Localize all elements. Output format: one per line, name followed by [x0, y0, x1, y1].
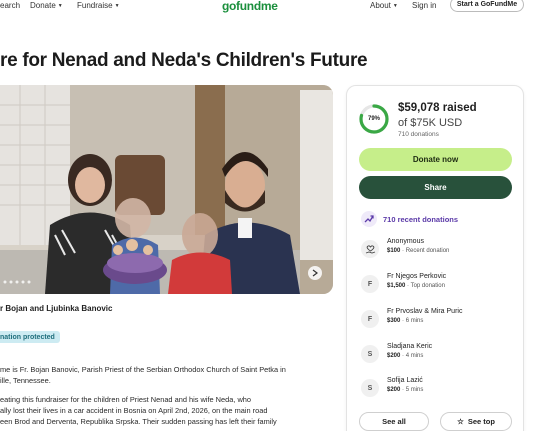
nav-fundraise-label: Fundraise: [77, 1, 113, 10]
nav-signin[interactable]: Sign in: [412, 1, 436, 10]
see-top-button[interactable]: ☆ See top: [440, 412, 512, 431]
donor-note: · Top donation: [405, 283, 445, 289]
story-line: ille, Tennessee.: [0, 376, 51, 385]
donor-meta: $200 · 5 mins: [387, 387, 423, 393]
donor-meta: $1,500 · Top donation: [387, 283, 445, 289]
amount-raised: $59,078 raised: [398, 102, 477, 114]
caret-down-icon: ▼: [57, 3, 63, 9]
trend-up-icon: [361, 211, 377, 227]
donor-amount: $1,500: [387, 283, 406, 289]
nav-about-label: About: [370, 1, 391, 10]
donor-amount: $200: [387, 353, 401, 359]
organizer-name[interactable]: r Bojan and Ljubinka Banovic: [0, 304, 112, 313]
donor-name: Sladjana Keric: [387, 343, 433, 350]
nav-donate-label: Donate: [30, 1, 56, 10]
donor-note: · 4 mins: [400, 353, 424, 359]
family-photo-illustration: [0, 85, 333, 294]
donor-meta: $100 · Recent donation: [387, 248, 449, 254]
star-icon: ☆: [457, 417, 464, 426]
donor-note: · 6 mins: [400, 318, 424, 324]
donor-avatar: F: [361, 275, 379, 293]
donor-item: F Fr Prvoslav & Mira Puric $300 · 6 mins: [361, 308, 521, 332]
donor-meta: $300 · 6 mins: [387, 318, 423, 324]
goal-amount: of $75K USD: [398, 117, 463, 129]
donor-amount: $300: [387, 318, 401, 324]
donation-card: 79% $59,078 raised of $75K USD 710 donat…: [346, 85, 524, 431]
donor-amount: $200: [387, 387, 401, 393]
donor-avatar: F: [361, 310, 379, 328]
story-line: ally lost their lives in a car accident …: [0, 406, 268, 415]
start-gofundme-button[interactable]: Start a GoFundMe: [450, 0, 524, 12]
donor-note: · 5 mins: [400, 387, 424, 393]
recent-donations-label: 710 recent donations: [383, 214, 459, 224]
caret-down-icon: ▼: [392, 3, 398, 9]
story-line: me is Fr. Bojan Banovic, Parish Priest o…: [0, 365, 286, 374]
see-top-label: See top: [467, 417, 495, 426]
nav-fundraise[interactable]: Fundraise ▼: [77, 1, 120, 10]
top-nav: earch Donate ▼ Fundraise ▼ gofundme About ▼…: [0, 0, 551, 14]
story-line: een Brod and Derventa, Republika Srpska.…: [0, 417, 277, 426]
donation-protected-badge[interactable]: nation protected: [0, 331, 60, 343]
donor-name: Anonymous: [387, 238, 424, 245]
donor-item: F Fr Njegos Perkovic $1,500 · Top donati…: [361, 273, 521, 297]
progress-percent: 79%: [367, 116, 380, 122]
donor-name: Fr Njegos Perkovic: [387, 273, 447, 280]
heart-hand-icon: [361, 240, 379, 258]
donor-avatar: S: [361, 379, 379, 397]
see-all-button[interactable]: See all: [359, 412, 429, 431]
donor-amount: $100: [387, 248, 401, 254]
donor-meta: $200 · 4 mins: [387, 353, 423, 359]
nav-search-label: earch: [0, 1, 21, 10]
campaign-photo[interactable]: [0, 85, 333, 294]
share-button[interactable]: Share: [359, 176, 512, 199]
page-title: re for Nenad and Neda's Children's Futur…: [0, 50, 368, 71]
donor-item: S Sofija Lazić $200 · 5 mins: [361, 377, 521, 401]
donor-name: Sofija Lazić: [387, 377, 423, 384]
nav-about[interactable]: About ▼: [370, 1, 398, 10]
donation-count: 710 donations: [398, 131, 439, 138]
story-line: eating this fundraiser for the children …: [0, 395, 252, 404]
donor-item: S Sladjana Keric $200 · 4 mins: [361, 343, 521, 367]
recent-donations-link[interactable]: 710 recent donations: [361, 211, 458, 227]
caret-down-icon: ▼: [114, 3, 120, 9]
donor-note: · Recent donation: [400, 248, 450, 254]
nav-search[interactable]: earch: [0, 1, 20, 10]
donor-avatar: S: [361, 345, 379, 363]
donor-name: Fr Prvoslav & Mira Puric: [387, 308, 463, 315]
nav-donate[interactable]: Donate ▼: [30, 1, 63, 10]
donor-item: Anonymous $100 · Recent donation: [361, 238, 521, 262]
donate-now-button[interactable]: Donate now: [359, 148, 512, 171]
gofundme-logo[interactable]: gofundme: [222, 0, 278, 13]
